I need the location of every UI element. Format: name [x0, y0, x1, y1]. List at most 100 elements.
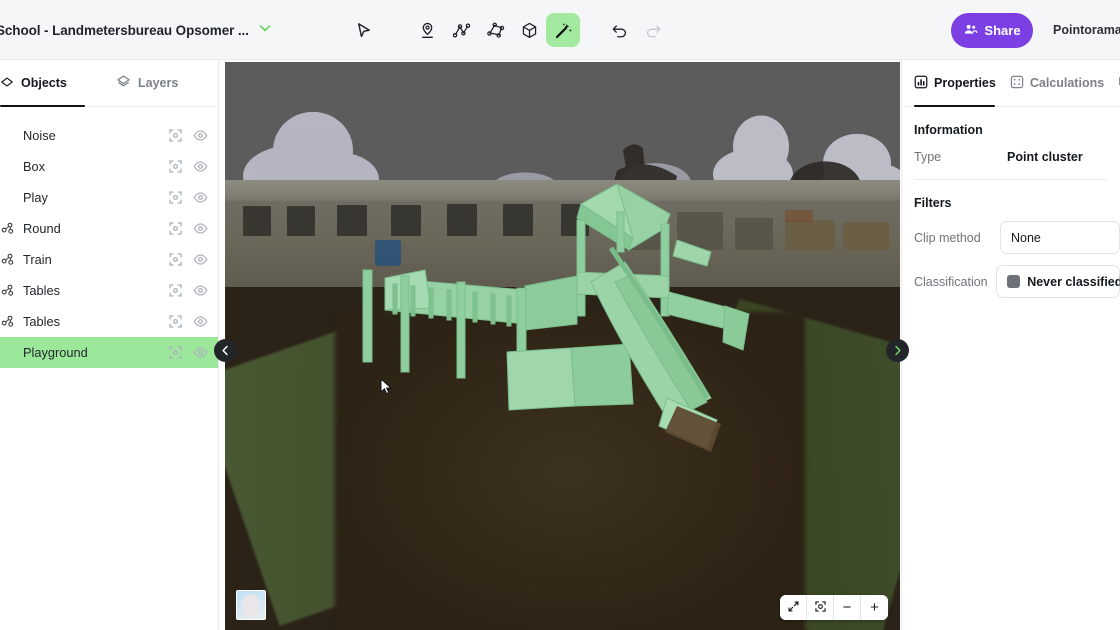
classification-select[interactable]: Never classified [996, 265, 1120, 298]
object-row-actions [168, 159, 208, 174]
focus-object-button[interactable] [168, 159, 183, 174]
classification-value: Never classified [1027, 274, 1120, 289]
redo-button[interactable] [636, 13, 670, 47]
chevron-left-icon [222, 345, 228, 356]
toggle-visibility-button[interactable] [193, 314, 208, 329]
toggle-visibility-button[interactable] [193, 283, 208, 298]
toggle-visibility-button[interactable] [193, 252, 208, 267]
object-row-label: Tables [23, 314, 60, 329]
zoom-out-button[interactable]: − [834, 595, 861, 620]
tab-layers-label: Layers [138, 76, 179, 90]
object-icon-placeholder [0, 345, 16, 361]
select-tool[interactable] [346, 13, 380, 47]
point-cluster-icon [0, 221, 16, 237]
objects-list: Noise Box Play Round Train Tables Tables Playgr… [0, 107, 218, 368]
type-label: Type [914, 150, 942, 164]
tab-properties-label: Properties [934, 76, 996, 90]
eye-visibility-icon [193, 285, 208, 296]
share-label: Share [984, 23, 1021, 38]
bar-chart-icon [914, 75, 928, 92]
magic-wand-tool[interactable] [546, 13, 580, 47]
eye-visibility-icon [193, 347, 208, 358]
box-tool[interactable] [512, 13, 546, 47]
classification-row: Classification Never classified [914, 265, 1120, 298]
object-row-actions [168, 345, 208, 360]
undo-button[interactable] [602, 13, 636, 47]
panel-divider [914, 179, 1108, 180]
fit-frame-icon [814, 600, 827, 616]
tab-layers[interactable]: Layers [116, 60, 178, 107]
viewport-controls: − + [780, 595, 888, 620]
object-row-actions [168, 314, 208, 329]
focus-object-button[interactable] [168, 345, 183, 360]
object-row[interactable]: Train [0, 244, 218, 275]
object-row[interactable]: Tables [0, 306, 218, 337]
object-row-actions [168, 190, 208, 205]
fullscreen-button[interactable] [780, 595, 807, 620]
information-section-title: Information [914, 123, 983, 137]
focus-target-icon [169, 284, 182, 297]
toggle-visibility-button[interactable] [193, 128, 208, 143]
layers-icon [116, 74, 131, 92]
pointcloud-viewport[interactable]: − + [225, 62, 900, 630]
object-row-actions [168, 221, 208, 236]
clip-method-select[interactable]: None [1000, 221, 1120, 254]
top-header-bar: School - Landmetersbureau Opsomer ... Sh… [0, 0, 1120, 60]
zoom-in-button[interactable]: + [861, 595, 888, 620]
polygon-tool[interactable] [478, 13, 512, 47]
object-row-label: Round [23, 221, 61, 236]
toggle-visibility-button[interactable] [193, 190, 208, 205]
active-rtab-underline [914, 104, 995, 107]
calculator-icon [1010, 75, 1024, 92]
chevron-down-icon[interactable] [257, 20, 273, 41]
minimap-thumbnail[interactable] [236, 590, 266, 620]
minimap-landmass [242, 595, 259, 617]
object-row[interactable]: Play [0, 182, 218, 213]
tab-objects-label: Objects [21, 76, 67, 90]
clip-method-label: Clip method [914, 230, 981, 245]
expand-arrows-icon [787, 600, 800, 616]
users-icon [963, 22, 978, 40]
object-row[interactable]: Noise [0, 120, 218, 151]
object-row-actions [168, 252, 208, 267]
toolbar [346, 0, 670, 60]
focus-object-button[interactable] [168, 128, 183, 143]
playground-selection-pointcloud[interactable] [225, 62, 900, 630]
focus-object-button[interactable] [168, 283, 183, 298]
collapse-left-panel-handle[interactable] [214, 339, 237, 362]
eye-visibility-icon [193, 223, 208, 234]
classification-label: Classification [914, 274, 988, 289]
properties-tabs: Properties Calculations [902, 60, 1120, 107]
toggle-visibility-button[interactable] [193, 345, 208, 360]
toggle-visibility-button[interactable] [193, 159, 208, 174]
object-row[interactable]: Tables [0, 275, 218, 306]
focus-object-button[interactable] [168, 314, 183, 329]
tab-calculations[interactable]: Calculations [1010, 60, 1104, 107]
focus-object-button[interactable] [168, 221, 183, 236]
tab-objects[interactable]: Objects [0, 60, 86, 107]
share-button[interactable]: Share [951, 13, 1033, 48]
project-selector[interactable]: School - Landmetersbureau Opsomer ... [0, 0, 273, 60]
point-tool[interactable] [410, 13, 444, 47]
focus-object-button[interactable] [168, 190, 183, 205]
eye-visibility-icon [193, 254, 208, 265]
active-tab-underline [0, 104, 85, 107]
polyline-tool[interactable] [444, 13, 478, 47]
object-row-label: Noise [23, 128, 56, 143]
object-row-actions [168, 128, 208, 143]
expand-right-panel-handle[interactable] [886, 339, 909, 362]
tab-properties[interactable]: Properties [914, 60, 996, 107]
object-row[interactable]: Playground [0, 337, 218, 368]
eye-visibility-icon [193, 130, 208, 141]
object-row-label: Box [23, 159, 46, 174]
tab-calculations-label: Calculations [1029, 76, 1105, 90]
toggle-visibility-button[interactable] [193, 221, 208, 236]
account-name[interactable]: Pointorama D [1053, 0, 1120, 60]
object-row[interactable]: Box [0, 151, 218, 182]
object-row[interactable]: Round [0, 213, 218, 244]
fit-view-button[interactable] [807, 595, 834, 620]
object-icon-placeholder [0, 190, 16, 206]
project-title: School - Landmetersbureau Opsomer ... [0, 22, 249, 38]
focus-object-button[interactable] [168, 252, 183, 267]
clip-method-row: Clip method None [914, 221, 1120, 254]
